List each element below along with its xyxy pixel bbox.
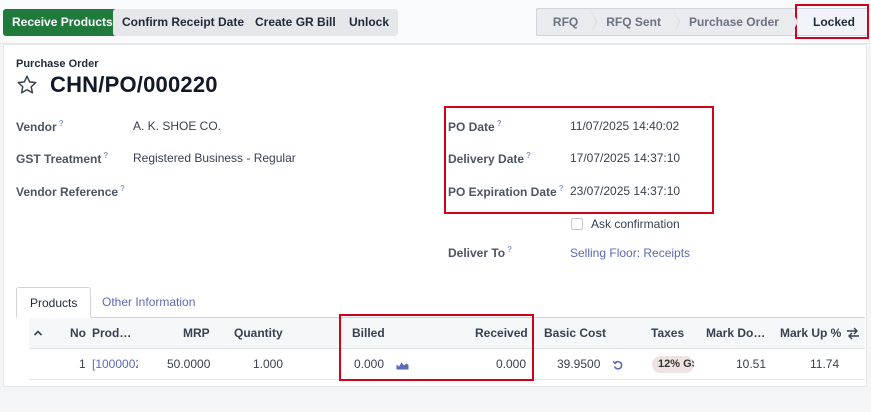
stage-rfq[interactable]: RFQ <box>537 9 598 35</box>
column-header-received[interactable]: Received <box>475 318 528 349</box>
column-header-billed[interactable]: Billed <box>352 318 385 349</box>
po-date-value[interactable]: 11/07/2025 14:40:02 <box>570 119 679 133</box>
status-bar: RFQ RFQ Sent Purchase Order Locked <box>535 8 868 36</box>
vendor-value[interactable]: A. K. SHOE CO. <box>133 119 221 133</box>
receive-products-button[interactable]: Receive Products <box>3 9 122 36</box>
cell-billed: 0.000 <box>354 357 385 371</box>
cell-received[interactable]: 0.000 <box>496 349 526 380</box>
stage-rfq-sent[interactable]: RFQ Sent <box>590 9 680 35</box>
table-row[interactable]: 1 [100000210] 50.0000 1.000 0.000 0.000 … <box>29 349 865 380</box>
column-header-no[interactable]: No <box>70 318 86 349</box>
gst-treatment-value[interactable]: Registered Business - Regular <box>133 151 296 165</box>
ask-confirmation-checkbox[interactable] <box>571 218 583 230</box>
tab-other-information[interactable]: Other Information <box>89 287 208 318</box>
tab-products[interactable]: Products <box>16 287 92 318</box>
unlock-button[interactable]: Unlock <box>340 9 399 36</box>
cell-mark-up[interactable]: 11.74 <box>810 349 839 380</box>
po-expiration-date-value[interactable]: 23/07/2025 14:37:10 <box>570 184 680 198</box>
cell-mark-down[interactable]: 10.51 <box>736 349 766 380</box>
create-gr-bill-button[interactable]: Create GR Bill <box>246 9 345 36</box>
column-header-taxes[interactable]: Taxes <box>651 318 684 349</box>
po-expiration-date-label: PO Expiration Date? <box>448 184 564 199</box>
column-header-basic-cost[interactable]: Basic Cost <box>544 318 606 349</box>
confirm-receipt-date-button[interactable]: Confirm Receipt Date <box>113 9 254 36</box>
page-title: CHN/PO/000220 <box>50 72 218 97</box>
order-lines-header: No Prod… MRP Quantity Billed Received Ba… <box>29 318 865 349</box>
history-icon[interactable] <box>612 359 624 371</box>
cell-product[interactable]: [100000210] <box>92 349 138 380</box>
delivery-date-label: Delivery Date? <box>448 151 531 166</box>
star-icon[interactable] <box>16 74 38 96</box>
cell-basic-cost[interactable]: 39.9500 <box>557 349 600 380</box>
cell-quantity[interactable]: 1.000 <box>253 349 283 380</box>
vendor-label: Vendor? <box>16 119 64 134</box>
notebook-tabs: Products Other Information <box>16 287 865 318</box>
column-header-mark-down[interactable]: Mark Do… <box>706 318 765 349</box>
chevron-up-icon[interactable] <box>33 328 43 338</box>
cell-mrp[interactable]: 50.0000 <box>167 349 210 380</box>
tax-badge[interactable]: 12% GST <box>652 356 694 373</box>
delivery-date-value[interactable]: 17/07/2025 14:37:10 <box>570 151 680 165</box>
po-date-label: PO Date? <box>448 119 502 134</box>
record-type-label: Purchase Order <box>16 58 99 70</box>
ask-confirmation-label: Ask confirmation <box>591 217 680 231</box>
cell-no: 1 <box>79 357 86 371</box>
deliver-to-value[interactable]: Selling Floor: Receipts <box>570 246 690 260</box>
stage-purchase-order[interactable]: Purchase Order <box>673 9 799 35</box>
column-header-product[interactable]: Prod… <box>92 318 131 349</box>
column-header-mrp[interactable]: MRP <box>183 318 210 349</box>
column-header-mark-up[interactable]: Mark Up % <box>780 318 841 349</box>
control-panel: Receive Products Confirm Receipt Date Cr… <box>0 0 871 44</box>
vendor-reference-label: Vendor Reference? <box>16 184 125 199</box>
column-settings-icon[interactable] <box>846 327 860 340</box>
title-row: CHN/PO/000220 <box>16 72 218 98</box>
column-header-quantity[interactable]: Quantity <box>234 318 283 349</box>
stage-locked[interactable]: Locked <box>790 9 867 35</box>
deliver-to-label: Deliver To? <box>448 245 513 260</box>
forecast-chart-icon[interactable] <box>396 361 409 370</box>
gst-treatment-label: GST Treatment? <box>16 151 109 166</box>
